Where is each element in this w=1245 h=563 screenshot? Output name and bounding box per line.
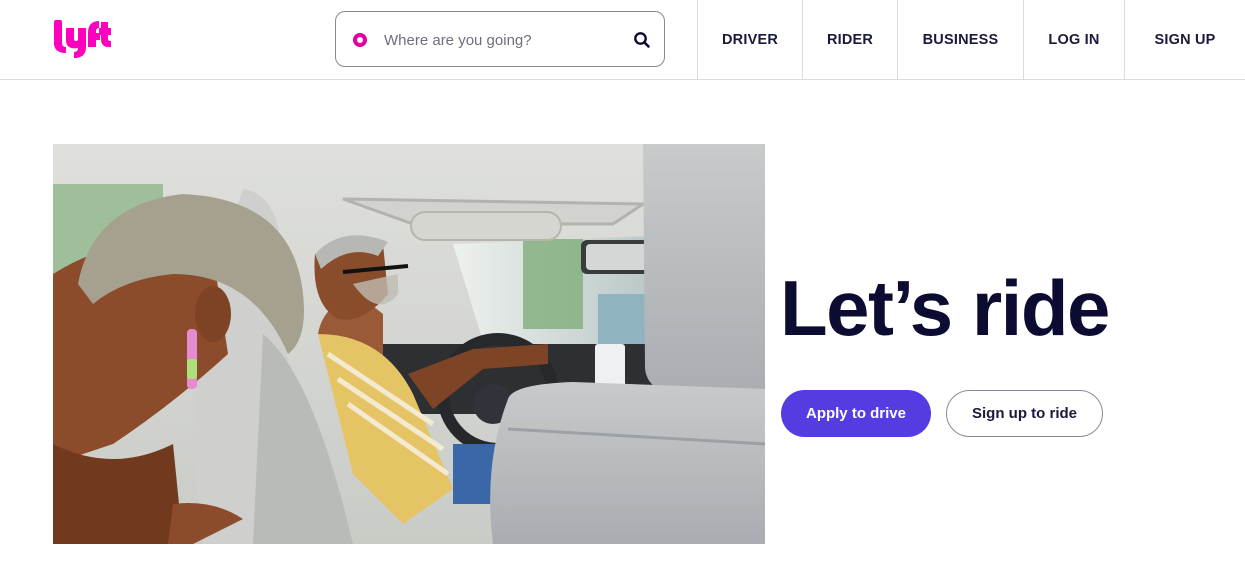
lyft-logo-icon bbox=[54, 20, 111, 58]
sign-up-to-ride-button[interactable]: Sign up to ride bbox=[946, 390, 1103, 437]
destination-search-input[interactable] bbox=[384, 26, 614, 54]
nav-driver[interactable]: DRIVER bbox=[697, 0, 802, 79]
hero-image bbox=[53, 144, 765, 544]
search-button[interactable] bbox=[632, 30, 652, 50]
nav-sign-up[interactable]: SIGN UP bbox=[1124, 0, 1245, 79]
destination-search bbox=[335, 11, 665, 67]
hero-title: Let’s ride bbox=[780, 264, 1110, 352]
site-header: DRIVER RIDER BUSINESS LOG IN SIGN UP bbox=[0, 0, 1245, 80]
apply-to-drive-button[interactable]: Apply to drive bbox=[781, 390, 931, 437]
location-pin-icon bbox=[353, 33, 367, 47]
lyft-logo[interactable] bbox=[52, 18, 112, 60]
main-nav: DRIVER RIDER BUSINESS LOG IN SIGN UP bbox=[697, 0, 1245, 79]
search-icon bbox=[634, 32, 650, 48]
nav-log-in[interactable]: LOG IN bbox=[1023, 0, 1124, 79]
hero-photo-illustration bbox=[53, 144, 765, 544]
nav-business[interactable]: BUSINESS bbox=[897, 0, 1023, 79]
nav-rider[interactable]: RIDER bbox=[802, 0, 897, 79]
